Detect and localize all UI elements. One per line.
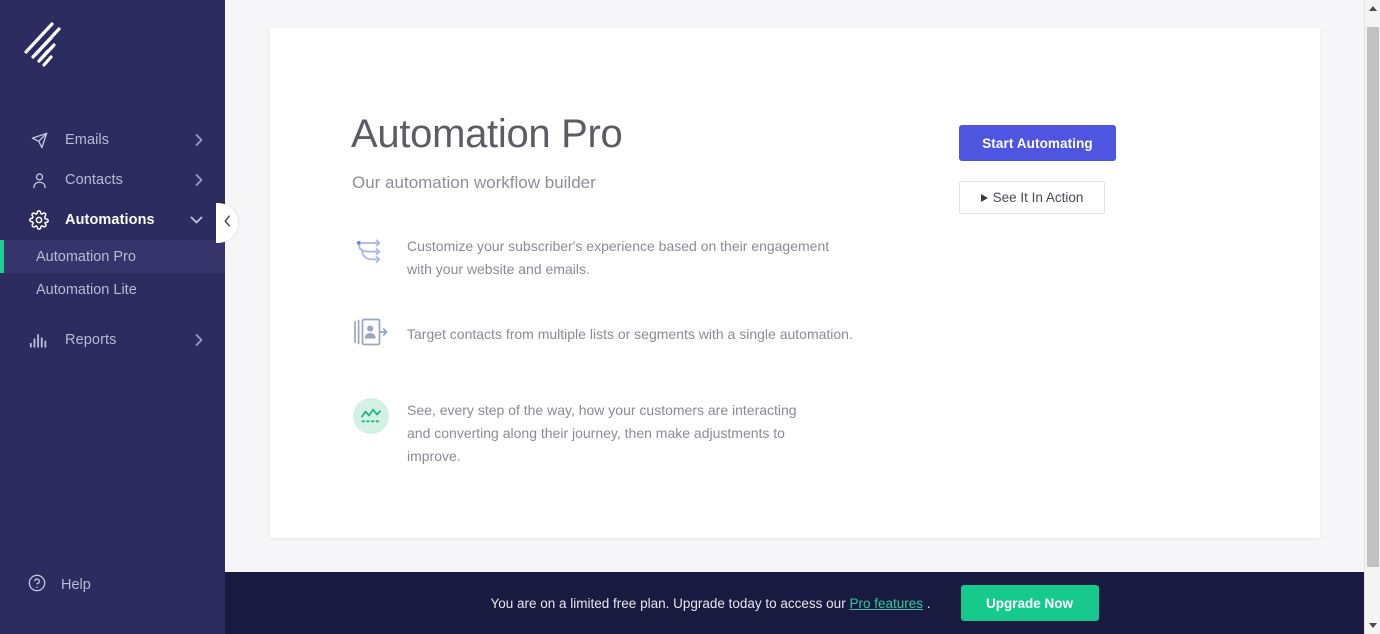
feature-item: Target contacts from multiple lists or s… [348,313,1148,355]
vertical-scrollbar[interactable] [1364,0,1380,634]
feature-text: Target contacts from multiple lists or s… [407,326,853,342]
banner-text-after: . [923,595,931,611]
sidebar-item-label: Help [61,577,91,593]
page-subtitle: Our automation workflow builder [352,173,596,192]
upgrade-now-button[interactable]: Upgrade Now [960,585,1099,621]
contact-import-icon [348,309,394,355]
sidebar-subitem-label: Automation Pro [36,248,136,265]
sidebar-subitem-automation-lite[interactable]: Automation Lite [0,273,225,306]
chevron-right-icon [195,334,203,347]
banner-message: You are on a limited free plan. Upgrade … [490,596,930,611]
automation-pro-card: Automation Pro Our automation workflow b… [270,28,1320,538]
paper-plane-icon [27,128,51,152]
sidebar-item-contacts[interactable]: Contacts [0,160,225,200]
branch-arrows-icon [348,229,394,275]
feature-text: Customize your subscriber's experience b… [407,238,830,277]
app-window: Emails Contacts Automations Automation P… [0,0,1380,634]
sidebar-item-help[interactable]: Help [0,571,225,599]
main-content: Automation Pro Our automation workflow b… [225,0,1364,634]
triangle-down-icon [1368,623,1377,628]
sidebar-item-emails[interactable]: Emails [0,120,225,160]
page-title: Automation Pro [351,112,623,156]
sidebar-item-label: Emails [65,132,110,148]
sidebar-nav: Emails Contacts Automations Automation P… [0,120,225,360]
feature-list: Customize your subscriber's experience b… [348,233,1148,500]
feature-item: Customize your subscriber's experience b… [348,233,1148,281]
triangle-up-icon [1368,6,1377,11]
start-automating-button[interactable]: Start Automating [959,125,1116,161]
feature-text: See, every step of the way, how your cus… [407,402,797,464]
person-icon [27,168,51,192]
sidebar: Emails Contacts Automations Automation P… [0,0,225,634]
gear-icon [27,208,51,232]
pro-features-link[interactable]: Pro features [849,596,923,611]
feature-item: See, every step of the way, how your cus… [348,397,1148,468]
sidebar-subitem-label: Automation Lite [36,281,137,298]
upgrade-banner: You are on a limited free plan. Upgrade … [225,572,1364,634]
play-icon [980,193,988,202]
chevron-down-icon [190,216,203,224]
scroll-up-arrow[interactable] [1365,0,1380,17]
banner-text-before: You are on a limited free plan. Upgrade … [490,595,850,611]
see-it-in-action-label: See It In Action [992,190,1084,205]
chevron-left-icon [223,214,231,232]
circle-background [353,398,389,434]
bar-chart-icon [27,328,51,352]
sidebar-item-label: Reports [65,332,117,348]
sidebar-item-label: Contacts [65,172,124,188]
chevron-right-icon [195,134,203,147]
logo-icon [24,22,61,67]
sidebar-item-automations[interactable]: Automations [0,200,225,240]
sidebar-item-label: Automations [65,212,155,228]
trend-chart-circle-icon [348,393,394,439]
scrollbar-thumb[interactable] [1367,27,1379,567]
chevron-right-icon [195,174,203,187]
scroll-down-arrow[interactable] [1365,617,1380,634]
sidebar-item-reports[interactable]: Reports [0,320,225,360]
see-it-in-action-button[interactable]: See It In Action [959,181,1105,214]
benchmark-logo[interactable] [20,18,80,76]
sidebar-subitem-automation-pro[interactable]: Automation Pro [0,240,225,273]
question-circle-icon [27,573,47,598]
